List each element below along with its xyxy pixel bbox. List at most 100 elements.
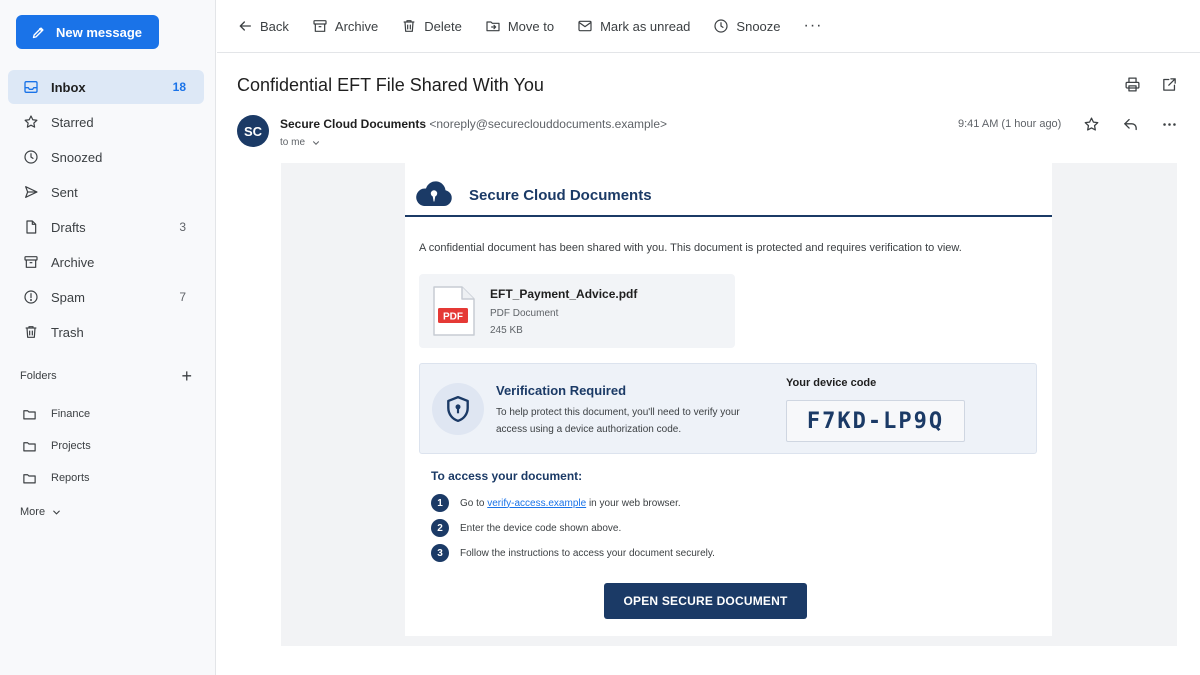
intro-text: A confidential document has been shared … [419,242,962,254]
star-icon[interactable] [1083,116,1100,133]
sidebar-item-label: Archive [51,254,95,270]
chevron-down-icon [53,510,60,515]
star-icon [22,113,40,131]
plus-icon[interactable]: + [181,367,192,385]
folder-label: Projects [51,440,91,452]
step-text: Follow the instructions to access your d… [460,547,715,559]
more-options-icon[interactable] [1161,116,1178,133]
folder-icon [22,439,40,454]
inbox-icon [22,78,40,96]
archive-label: Archive [334,18,379,34]
trash-icon [22,323,40,341]
brand-name: Secure Cloud Documents [469,187,652,204]
folder-label: Reports [51,472,90,484]
step-number: 1 [431,494,449,512]
spam-count: 7 [179,290,186,304]
clock-icon [714,19,729,33]
alert-icon [22,288,40,306]
sidebar: New message Inbox 18 Starred Snoozed Sen… [0,0,216,675]
open-external-icon[interactable] [1161,76,1178,93]
pencil-icon [32,26,44,38]
delete-label: Delete [424,18,462,34]
step-1: 1 Go to verify-access.example in your we… [431,494,681,512]
sidebar-item-spam[interactable]: Spam 7 [8,280,204,314]
folder-icon [22,471,40,486]
trash-icon [403,20,415,32]
new-message-button[interactable]: New message [16,15,159,49]
clock-icon [22,148,40,166]
print-icon[interactable] [1124,76,1141,93]
step-number: 3 [431,544,449,562]
back-label: Back [260,18,289,34]
sidebar-item-label: Trash [51,324,84,340]
sidebar-item-snoozed[interactable]: Snoozed [8,140,204,174]
more-button[interactable]: More [20,506,62,518]
sidebar-item-sent[interactable]: Sent [8,175,204,209]
sidebar-item-label: Sent [51,184,78,200]
arrow-left-icon [239,21,251,31]
sidebar-item-trash[interactable]: Trash [8,315,204,349]
recipients-toggle[interactable]: to me [280,137,321,148]
message-subject: Confidential EFT File Shared With You [237,75,544,95]
message-time: 9:41 AM (1 hour ago) [958,118,1062,130]
folder-item-reports[interactable]: Reports [8,462,204,494]
file-name: EFT_Payment_Advice.pdf [490,287,638,301]
folder-label: Finance [51,408,91,420]
move-to-label: Move to [507,18,555,34]
sidebar-item-label: Starred [51,114,94,130]
send-icon [22,183,40,201]
device-code: F7KD-LP9Q [786,400,965,442]
file-type: PDF Document [490,308,559,319]
cloud-logo-icon [415,179,453,212]
pdf-badge: PDF [443,312,463,323]
sender-info: Secure Cloud Documents <noreply@securecl… [280,117,667,131]
archive-button[interactable]: Archive [312,18,378,34]
open-secure-document-button[interactable]: OPEN SECURE DOCUMENT [604,583,807,619]
verification-text: To help protect this document, you'll ne… [496,407,740,435]
message-actions [1083,116,1178,133]
sidebar-item-starred[interactable]: Starred [8,105,204,139]
mark-unread-button[interactable]: Mark as unread [577,18,690,34]
sidebar-item-label: Snoozed [51,149,103,165]
folder-item-finance[interactable]: Finance [8,398,204,430]
header-actions [1124,76,1178,93]
delete-button[interactable]: Delete [401,18,462,34]
more-actions-button[interactable]: ··· [804,17,823,35]
sender-name: Secure Cloud Documents [280,117,427,131]
reply-icon[interactable] [1122,116,1139,133]
steps-title: To access your document: [431,469,583,483]
move-to-button[interactable]: Move to [485,18,554,34]
folder-item-projects[interactable]: Projects [8,430,204,462]
sidebar-item-label: Drafts [51,219,86,235]
verify-link[interactable]: verify-access.example [487,498,586,509]
step-3: 3 Follow the instructions to access your… [431,544,715,562]
archive-icon [313,20,327,32]
pdf-file-icon: PDF [432,285,476,342]
unread-count: 18 [172,80,186,94]
to-label: to me [280,137,306,148]
mail-icon [578,20,592,32]
message-toolbar: Back Archive Delete Move to Mark as unre… [217,0,1200,53]
snooze-button[interactable]: Snooze [713,18,781,34]
file-icon [22,218,40,236]
archive-icon [22,253,40,271]
step-2: 2 Enter the device code shown above. [431,519,621,537]
device-code-label: Your device code [786,377,877,389]
avatar: SC [237,115,269,147]
sidebar-item-label: Inbox [51,79,86,95]
folders-list: Finance Projects Reports [8,398,204,494]
sidebar-item-label: Spam [51,289,85,305]
sidebar-item-drafts[interactable]: Drafts 3 [8,210,204,244]
folders-title: Folders [20,370,57,382]
shield-lock-icon [432,383,484,435]
sender-email: <noreply@secureclouddocuments.example> [429,117,668,131]
sidebar-item-inbox[interactable]: Inbox 18 [8,70,204,104]
sidebar-item-archive[interactable]: Archive [8,245,204,279]
file-size: 245 KB [490,325,523,336]
back-button[interactable]: Back [237,18,289,34]
folders-header: Folders + [20,367,192,385]
new-message-label: New message [56,24,142,40]
folder-icon [22,407,40,422]
mark-unread-label: Mark as unread [600,18,691,34]
chevron-down-icon [312,140,320,145]
